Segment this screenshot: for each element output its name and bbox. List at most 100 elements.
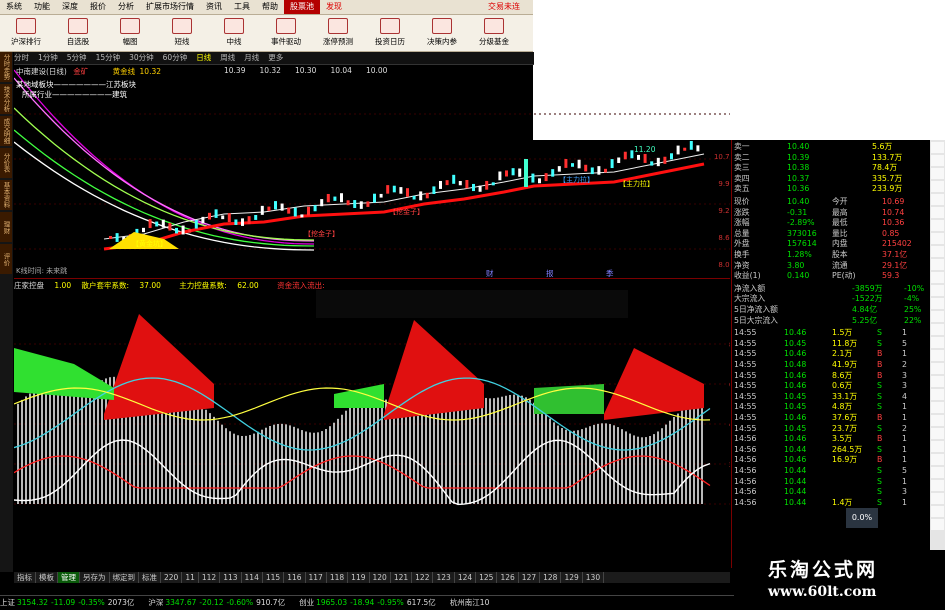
indicator-tab[interactable]: 130 — [583, 572, 605, 583]
indicator-tab[interactable]: 118 — [327, 572, 349, 583]
indicator-tab[interactable]: 114 — [242, 572, 263, 583]
indicator-tab[interactable]: 120 — [370, 572, 391, 583]
side-tab[interactable]: 成交明细 — [0, 116, 12, 146]
toolbar-button[interactable]: 自选股 — [52, 15, 104, 51]
period-tab[interactable]: 更多 — [268, 52, 283, 64]
indicator-tab[interactable]: 模板 — [36, 572, 58, 583]
tool-button[interactable] — [931, 415, 944, 426]
side-tab[interactable]: 基本资料 — [0, 180, 12, 210]
tool-button[interactable] — [931, 259, 944, 270]
tool-button[interactable] — [931, 337, 944, 348]
indicator-tab[interactable]: 125 — [476, 572, 498, 583]
menu-item[interactable]: 工具 — [228, 0, 256, 14]
side-tab[interactable]: 分时走势 — [0, 52, 12, 82]
toolbar-button[interactable]: 决策内参 — [416, 15, 468, 51]
tool-button[interactable] — [931, 441, 944, 452]
tool-button[interactable] — [931, 480, 944, 491]
indicator-tab[interactable]: 指标 — [14, 572, 36, 583]
menu-item[interactable]: 分析 — [112, 0, 140, 14]
tool-button[interactable] — [931, 506, 944, 517]
menu-item-stock-pool[interactable]: 股票池 — [284, 0, 320, 14]
indicator-tab[interactable]: 117 — [306, 572, 327, 583]
period-tab[interactable]: 15分钟 — [96, 52, 121, 64]
menu-item-discover[interactable]: 发现 — [320, 0, 348, 14]
tool-button[interactable] — [931, 272, 944, 283]
kline-chart[interactable]: 10.719.909.298.678.077.46【黄金坑】【挖金子】【挖金子】… — [14, 64, 730, 279]
side-tab[interactable]: 分价表 — [0, 148, 12, 178]
toolbar-button[interactable]: 中线 — [208, 15, 260, 51]
period-tab[interactable]: 30分钟 — [129, 52, 154, 64]
menu-item[interactable]: 扩展市场行情 — [140, 0, 200, 14]
tool-button[interactable] — [931, 285, 944, 296]
tool-button[interactable] — [931, 324, 944, 335]
tool-button[interactable] — [931, 181, 944, 192]
tool-button[interactable] — [931, 402, 944, 413]
indicator-tab[interactable]: 124 — [455, 572, 477, 583]
toolbar-button[interactable]: 沪深排行 — [0, 15, 52, 51]
indicator-tab[interactable]: 11 — [182, 572, 199, 583]
tool-button[interactable] — [931, 363, 944, 374]
tool-button[interactable] — [931, 467, 944, 478]
toolbar-button[interactable]: 短线 — [156, 15, 208, 51]
side-tab[interactable]: 技术分析 — [0, 84, 12, 114]
candle — [320, 199, 324, 207]
toolbar-button[interactable]: 分级基金 — [468, 15, 520, 51]
tool-button[interactable] — [931, 168, 944, 179]
toolbar-button[interactable]: 幅图 — [104, 15, 156, 51]
tool-button[interactable] — [931, 311, 944, 322]
indicator-tab[interactable]: 123 — [433, 572, 455, 583]
side-tab[interactable]: 理财 — [0, 212, 12, 242]
info-row-cell: 59.3 — [882, 271, 900, 281]
indicator-tab[interactable]: 129 — [561, 572, 583, 583]
menu-item[interactable]: 资讯 — [200, 0, 228, 14]
tool-button[interactable] — [931, 519, 944, 530]
period-tab[interactable]: 60分钟 — [163, 52, 188, 64]
indicator-tab[interactable]: 另存为 — [80, 572, 110, 583]
tool-button[interactable] — [931, 207, 944, 218]
tool-button[interactable] — [931, 233, 944, 244]
period-tab[interactable]: 分时 — [14, 52, 29, 64]
tool-button[interactable] — [931, 194, 944, 205]
period-tab[interactable]: 周线 — [220, 52, 235, 64]
tool-button[interactable] — [931, 454, 944, 465]
indicator-tab[interactable]: 127 — [519, 572, 541, 583]
indicator-tab[interactable]: 113 — [220, 572, 242, 583]
indicator-tab[interactable]: 112 — [199, 572, 221, 583]
indicator-tab[interactable]: 126 — [497, 572, 519, 583]
indicator-tab[interactable]: 119 — [348, 572, 370, 583]
period-tab[interactable]: 1分钟 — [38, 52, 58, 64]
menu-item[interactable]: 帮助 — [256, 0, 284, 14]
period-tab[interactable]: 5分钟 — [67, 52, 87, 64]
toolbar-button[interactable]: 投资日历 — [364, 15, 416, 51]
indicator-tab[interactable]: 128 — [540, 572, 562, 583]
menu-item[interactable]: 系统 — [0, 0, 28, 14]
right-tool-strip[interactable] — [930, 140, 945, 580]
menu-item[interactable]: 功能 — [28, 0, 56, 14]
tool-button[interactable] — [931, 428, 944, 439]
period-tab[interactable]: 日线 — [196, 52, 211, 64]
indicator-tab[interactable]: 121 — [391, 572, 413, 583]
tool-button[interactable] — [931, 142, 944, 153]
side-tab[interactable]: 评价 — [0, 244, 12, 274]
tool-button[interactable] — [931, 493, 944, 504]
tool-button[interactable] — [931, 155, 944, 166]
menu-item[interactable]: 深度 — [56, 0, 84, 14]
indicator-tab[interactable]: 绑定到 — [110, 572, 139, 583]
tool-button[interactable] — [931, 350, 944, 361]
toolbar-button[interactable]: 事件驱动 — [260, 15, 312, 51]
period-tab[interactable]: 月线 — [244, 52, 259, 64]
tool-button[interactable] — [931, 220, 944, 231]
tool-button[interactable] — [931, 389, 944, 400]
indicator-tab[interactable]: 116 — [284, 572, 306, 583]
indicator-tab[interactable]: 管理 — [58, 572, 80, 583]
indicator-tab[interactable]: 220 — [161, 572, 183, 583]
menu-item[interactable]: 报价 — [84, 0, 112, 14]
oscillator-chart[interactable]: 80.0060.0040.0020.000.00 — [14, 280, 730, 572]
indicator-tab[interactable]: 115 — [263, 572, 285, 583]
indicator-tab[interactable]: 122 — [412, 572, 434, 583]
toolbar-button[interactable]: 涨停预测 — [312, 15, 364, 51]
indicator-tab[interactable]: 标准 — [139, 572, 161, 583]
tool-button[interactable] — [931, 376, 944, 387]
tool-button[interactable] — [931, 246, 944, 257]
tool-button[interactable] — [931, 298, 944, 309]
